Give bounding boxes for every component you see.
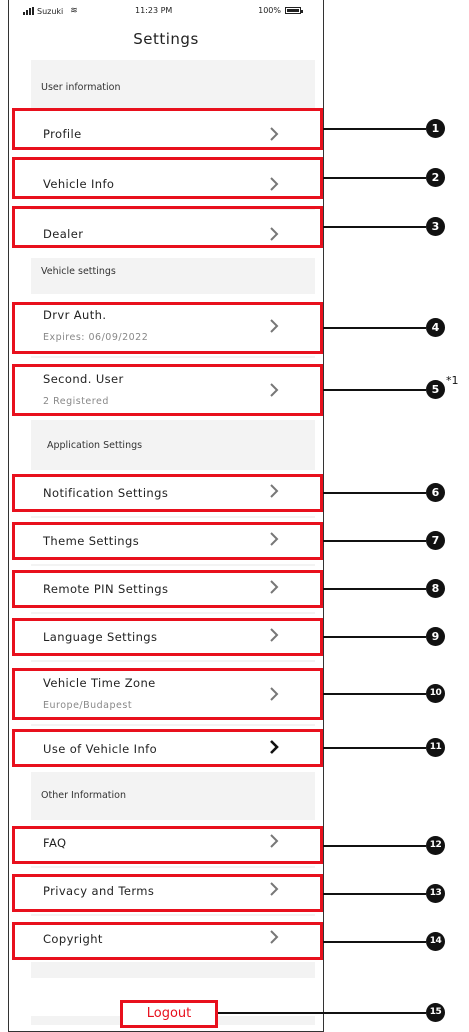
status-time: 11:23 PM: [135, 6, 173, 15]
callout-badge: 5: [426, 380, 445, 399]
callout-badge: 10: [426, 684, 445, 703]
highlight-box: [12, 302, 323, 354]
carrier-name: Suzuki: [37, 6, 64, 16]
highlight-box: [12, 157, 323, 199]
callout-badge: 9: [426, 627, 445, 646]
section-application-settings: Application Settings: [47, 440, 143, 451]
highlight-box: [12, 668, 323, 720]
highlight-box: [12, 364, 323, 416]
wifi-icon: ≋: [70, 6, 78, 16]
callout-line: [323, 893, 426, 895]
highlight-box: [12, 826, 323, 864]
callout-badge: 12: [426, 836, 445, 855]
callout-badge: 6: [426, 483, 445, 502]
highlight-box: [12, 618, 323, 656]
callout-line: [323, 845, 426, 847]
callout-badge: 4: [426, 318, 445, 337]
callout-line: [323, 941, 426, 943]
logout-button[interactable]: Logout: [120, 1000, 218, 1028]
footnote-mark: *1: [446, 374, 459, 387]
section-vehicle-settings: Vehicle settings: [41, 266, 116, 277]
callout-badge: 7: [426, 531, 445, 550]
status-bar: Suzuki ≋ 11:23 PM 100%: [9, 6, 323, 20]
section-other-information: Other Information: [41, 790, 126, 801]
callout-line: [323, 492, 426, 494]
callout-badge: 3: [426, 217, 445, 236]
highlight-box: [12, 570, 323, 608]
callout-line: [323, 177, 426, 179]
callout-line: [323, 327, 426, 329]
highlight-box: [12, 729, 323, 767]
highlight-box: [12, 922, 323, 960]
section-user-information: User information: [41, 82, 121, 93]
callout-badge: 1: [426, 119, 445, 138]
callout-badge: 2: [426, 168, 445, 187]
battery-percent: 100%: [258, 6, 281, 15]
callout-line: [218, 1012, 426, 1014]
highlight-box: [12, 522, 323, 560]
callout-badge: 14: [426, 932, 445, 951]
callout-badge: 8: [426, 579, 445, 598]
page-title: Settings: [133, 30, 199, 48]
highlight-box: [12, 206, 323, 248]
callout-badge: 11: [426, 738, 445, 757]
callout-line: [323, 540, 426, 542]
callout-line: [323, 588, 426, 590]
callout-line: [323, 747, 426, 749]
callout-line: [323, 636, 426, 638]
highlight-box: [12, 474, 323, 512]
signal-icon: [23, 7, 34, 15]
callout-line: [323, 389, 426, 391]
callout-badge: 15: [426, 1003, 445, 1022]
callout-line: [323, 226, 426, 228]
callout-line: [323, 693, 426, 695]
callout-badge: 13: [426, 884, 445, 903]
callout-line: [323, 128, 426, 130]
highlight-box: [12, 108, 323, 150]
highlight-box: [12, 874, 323, 912]
battery-icon: [285, 7, 303, 14]
